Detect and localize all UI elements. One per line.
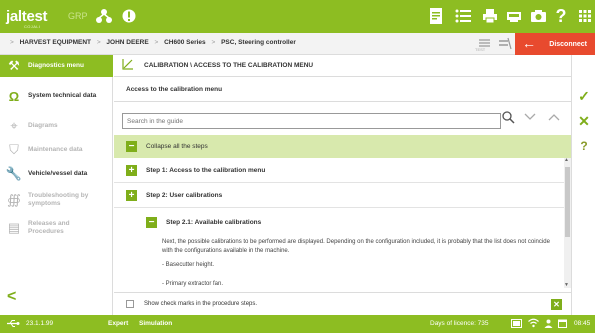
sidebar-item-label: System technical data — [28, 92, 97, 99]
main-panel: CALIBRATION \ ACCESS TO THE CALIBRATION … — [114, 55, 571, 315]
sidebar-item-troubleshooting[interactable]: ∰ Troubleshooting by symptoms — [0, 187, 113, 213]
breadcrumb: > HARVEST EQUIPMENT > JOHN DEERE > CH600… — [6, 39, 296, 46]
omega-icon: Ω — [8, 88, 20, 104]
breadcrumb-separator: > — [154, 39, 159, 46]
sidebar-item-label: Vehicle/vessel data — [28, 170, 88, 177]
breadcrumb-item[interactable]: PSC, Steering controller — [221, 39, 296, 46]
licence-text: Days of licence: 735 — [430, 320, 489, 327]
clock-text: 08:45 — [574, 320, 591, 327]
expand-icon: + — [126, 189, 137, 201]
top-bar: jaltest COJALI GRP ? — [0, 0, 595, 33]
diagnostics-icon: ⚒ — [8, 58, 20, 73]
collapse-all-row[interactable]: − Collapse all the steps — [114, 135, 571, 158]
sidebar-item-diagnostics-menu[interactable]: ⚒ Diagnostics menu — [0, 55, 113, 77]
wifi-icon — [528, 318, 539, 330]
sidebar-item-label: Diagrams — [28, 122, 58, 129]
step-description: Next, the possible calibrations to be pe… — [162, 239, 550, 254]
oil-can-icon: ⛉ — [9, 142, 19, 157]
status-bar: 23.1.1.99 Expert Simulation Days of lice… — [0, 315, 595, 333]
tree-network-icon[interactable] — [92, 5, 116, 27]
test-label: TEST — [475, 47, 486, 52]
grp-label: GRP — [68, 11, 88, 21]
collapse-icon: − — [146, 216, 157, 228]
sidebar-item-label: Releases and Procedures — [28, 220, 70, 235]
chevron-down-icon[interactable] — [524, 112, 536, 124]
breadcrumb-item[interactable]: JOHN DEERE — [106, 39, 148, 46]
mode-text: Expert — [108, 320, 129, 327]
sidebar-item-diagrams[interactable]: ⌖ Diagrams — [0, 115, 113, 137]
step-label: Step 2: User calibrations — [146, 191, 223, 199]
search-icon[interactable] — [502, 111, 515, 127]
print-icon[interactable] — [480, 5, 500, 27]
show-checkmarks-label: Show check marks in the procedure steps. — [144, 301, 258, 307]
list-item: - Basecutter height. — [162, 262, 215, 268]
checkmarks-row: Show check marks in the procedure steps. — [114, 292, 571, 315]
report-icon[interactable] — [426, 5, 446, 27]
breadcrumb-item[interactable]: CH600 Series — [164, 39, 206, 46]
sidebar-item-label: Diagnostics menu — [28, 62, 84, 69]
list-item: - Primary extractor fan. — [162, 281, 224, 287]
camera-icon[interactable] — [528, 5, 548, 27]
disconnect-button[interactable]: ← Disconnect — [515, 33, 595, 55]
page-title: CALIBRATION \ ACCESS TO THE CALIBRATION … — [144, 62, 314, 69]
confirm-icon[interactable]: ✓ — [572, 88, 595, 105]
step-1[interactable]: + Step 1: Access to the calibration menu — [114, 158, 564, 183]
scrollbar-thumb[interactable] — [565, 167, 570, 237]
sidebar: ⚒ Diagnostics menu Ω System technical da… — [0, 55, 113, 315]
sidebar-item-releases[interactable]: ▤ Releases and Procedures — [0, 215, 113, 241]
action-rail: ✓ ✕ ? — [571, 55, 595, 315]
step-label: Step 2.1: Available calibrations — [166, 218, 262, 226]
disconnect-label: Disconnect — [549, 40, 587, 48]
app-logo-sub: COJALI — [24, 24, 41, 29]
breadcrumb-separator: > — [211, 39, 216, 46]
show-checkmarks-checkbox[interactable] — [126, 300, 134, 308]
step-label: Step 1: Access to the calibration menu — [146, 166, 266, 174]
collapse-icon: − — [126, 141, 137, 152]
breadcrumb-item[interactable]: HARVEST EQUIPMENT — [20, 39, 91, 46]
apps-icon[interactable] — [576, 5, 594, 27]
symptom-icon: ∰ — [7, 192, 21, 207]
help-icon[interactable]: ? — [572, 139, 595, 153]
diagram-icon: ⌖ — [10, 118, 18, 133]
alert-icon[interactable] — [121, 5, 137, 27]
expand-icon: + — [126, 164, 137, 176]
back-button[interactable]: < — [7, 288, 16, 306]
step-2[interactable]: + Step 2: User calibrations — [114, 183, 564, 208]
page-title-row: CALIBRATION \ ACCESS TO THE CALIBRATION … — [114, 55, 571, 77]
usb-icon — [6, 319, 20, 330]
help-icon[interactable]: ? — [553, 5, 569, 27]
printer-icon[interactable] — [504, 5, 524, 27]
scroll-down-icon[interactable]: ▼ — [564, 282, 569, 288]
step-2-1[interactable]: − Step 2.1: Available calibrations — [114, 210, 564, 234]
sidebar-item-label: Troubleshooting by symptoms — [28, 192, 89, 207]
calibration-icon — [122, 58, 136, 73]
wrench-icon: 🔧 — [5, 166, 23, 181]
section-subtitle: Access to the calibration menu — [114, 77, 571, 102]
sidebar-item-system-technical-data[interactable]: Ω System technical data — [0, 83, 113, 109]
sidebar-item-label: Maintenance data — [28, 146, 83, 153]
app-logo: jaltest — [6, 8, 48, 25]
battery-icon — [511, 319, 523, 330]
back-arrow-icon: ← — [522, 35, 536, 51]
version-text: 23.1.1.99 — [26, 320, 54, 327]
breadcrumb-separator: > — [96, 39, 101, 46]
user-icon — [544, 319, 553, 330]
calendar-icon — [558, 319, 567, 330]
close-guide-button[interactable]: ✕ — [551, 299, 562, 310]
search-input[interactable] — [122, 113, 501, 129]
connection-icon[interactable] — [498, 37, 512, 55]
sidebar-item-vehicle-data[interactable]: 🔧 Vehicle/vessel data — [0, 163, 113, 185]
simulation-text: Simulation — [139, 320, 173, 327]
breadcrumb-bar: > HARVEST EQUIPMENT > JOHN DEERE > CH600… — [0, 33, 595, 55]
chevron-up-icon[interactable] — [548, 112, 560, 124]
collapse-all-label: Collapse all the steps — [146, 143, 208, 150]
cancel-icon[interactable]: ✕ — [572, 113, 595, 130]
scroll-up-icon[interactable]: ▲ — [564, 157, 569, 163]
steps-list: + Step 1: Access to the calibration menu… — [114, 158, 564, 288]
breadcrumb-separator: > — [10, 39, 14, 46]
document-icon: ▤ — [7, 220, 21, 235]
sidebar-item-maintenance-data[interactable]: ⛉ Maintenance data — [0, 139, 113, 161]
list-icon[interactable] — [453, 5, 473, 27]
